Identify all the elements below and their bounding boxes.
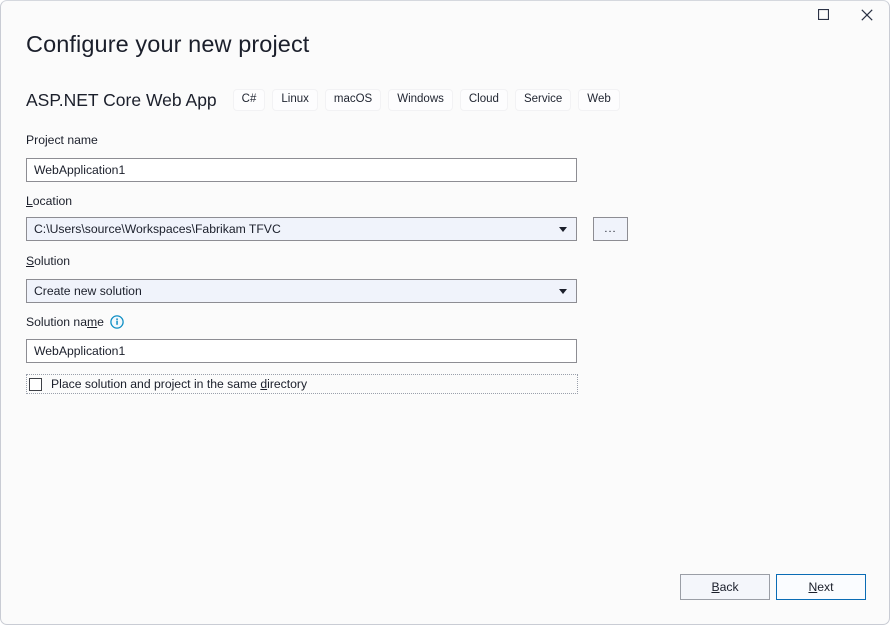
same-directory-label: Place solution and project in the same d… [51,377,307,391]
solution-combobox[interactable]: Create new solution [26,279,577,303]
solution-name-input[interactable]: WebApplication1 [26,339,577,363]
template-name: ASP.NET Core Web App [26,90,217,111]
back-button[interactable]: Back [680,574,770,600]
next-button[interactable]: Next [776,574,866,600]
solution-value: Create new solution [34,284,556,298]
template-tag: Service [515,89,571,111]
template-tag: Web [578,89,619,111]
solution-name-label-text: Solution name [26,315,104,329]
close-button[interactable] [845,1,889,28]
info-circle-icon[interactable] [110,315,124,329]
template-tag: Linux [272,89,318,111]
page-title: Configure your new project [26,31,309,58]
chevron-down-icon [556,280,569,302]
template-tag: Windows [388,89,453,111]
location-label: Location [26,194,72,208]
browse-location-button[interactable]: ... [593,217,628,241]
location-combobox[interactable]: C:\Users\source\Workspaces\Fabrikam TFVC [26,217,577,241]
template-tag: macOS [325,89,381,111]
project-name-label-text: Project name [26,133,98,147]
configure-project-dialog: Configure your new project ASP.NET Core … [0,0,890,625]
project-name-input[interactable]: WebApplication1 [26,158,577,182]
same-directory-checkbox[interactable] [29,378,42,391]
solution-label: Solution [26,254,70,268]
template-tag: C# [233,89,266,111]
solution-label-text: Solution [26,254,70,268]
project-name-value: WebApplication1 [34,163,125,177]
template-tag: Cloud [460,89,508,111]
solution-name-value: WebApplication1 [34,344,125,358]
solution-name-label: Solution name [26,315,124,329]
chevron-down-icon [556,218,569,240]
maximize-button[interactable] [801,1,845,28]
same-directory-checkbox-row[interactable]: Place solution and project in the same d… [26,374,578,394]
close-icon [861,9,873,21]
maximize-icon [818,9,829,20]
location-value: C:\Users\source\Workspaces\Fabrikam TFVC [34,222,556,236]
title-bar [1,1,889,29]
project-name-label: Project name [26,133,98,147]
template-summary: ASP.NET Core Web App C# Linux macOS Wind… [26,87,627,113]
template-tag-list: C# Linux macOS Windows Cloud Service Web [233,89,627,111]
location-label-text: Location [26,194,72,208]
